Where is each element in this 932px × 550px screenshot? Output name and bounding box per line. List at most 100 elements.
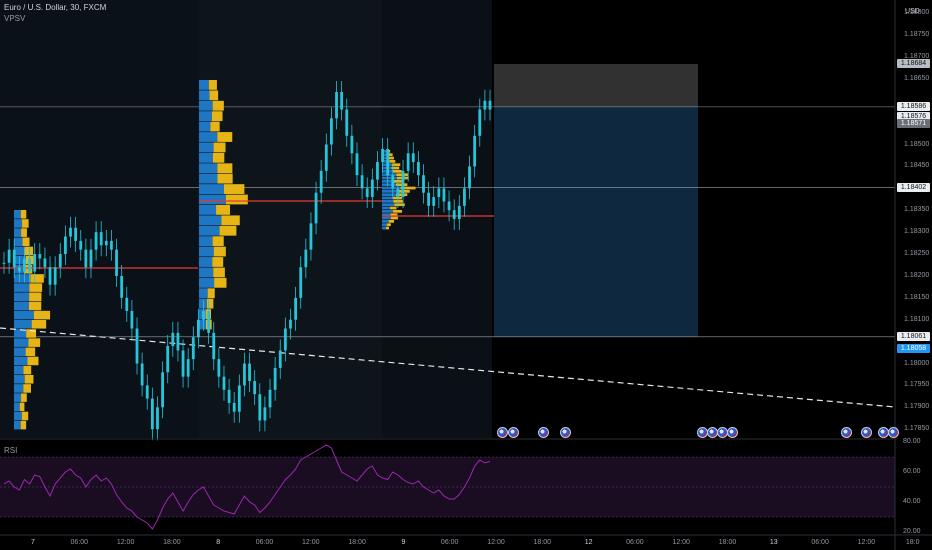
candle-body bbox=[452, 210, 456, 219]
time-tick-label: 12:00 bbox=[116, 539, 135, 546]
candle-body bbox=[2, 262, 6, 264]
economic-event-flag-icon[interactable] bbox=[497, 427, 508, 438]
candle-body bbox=[222, 376, 226, 390]
candle-body bbox=[12, 249, 16, 268]
economic-event-flag-icon[interactable] bbox=[538, 427, 549, 438]
time-tick-label: 06:00 bbox=[440, 539, 459, 546]
rsi-tick-label: 20.00 bbox=[903, 528, 921, 535]
profile-day1-bar-high bbox=[23, 365, 32, 375]
profile-day1-bar-low bbox=[14, 228, 22, 237]
candle-body bbox=[416, 162, 420, 176]
profile-day2-bar-low bbox=[199, 132, 218, 142]
economic-event-flag-icon[interactable] bbox=[861, 427, 872, 438]
profile-day2-bar-low bbox=[199, 184, 224, 194]
price-tick-label: 1.18150 bbox=[904, 293, 930, 301]
time-tick-label: 18:00 bbox=[163, 539, 181, 546]
profile-day2-bar-high bbox=[212, 236, 224, 247]
candle-body bbox=[166, 346, 170, 373]
profile-day1-bar-low bbox=[14, 301, 29, 311]
profile-day2-bar-high bbox=[212, 152, 225, 163]
candle-body bbox=[437, 188, 441, 198]
profile-day2-bar-low bbox=[199, 257, 213, 267]
candle-body bbox=[140, 363, 144, 386]
candle-body bbox=[473, 135, 477, 167]
candle-body bbox=[84, 249, 88, 268]
price-tick-label: 1.18100 bbox=[904, 315, 930, 323]
profile-day2-bar-low bbox=[199, 194, 226, 205]
profile-day1-bar-low bbox=[14, 283, 30, 292]
profile-day3-bar-high bbox=[388, 156, 394, 160]
profile-day3-bar-low bbox=[382, 206, 390, 210]
economic-event-flag-icon[interactable] bbox=[841, 427, 852, 438]
economic-event-flag-icon[interactable] bbox=[560, 427, 571, 438]
candle-body bbox=[115, 249, 118, 276]
profile-day2-bar-low bbox=[199, 163, 218, 174]
time-tick-label: 06:00 bbox=[811, 539, 829, 546]
candle-body bbox=[120, 275, 124, 298]
candle-body bbox=[442, 188, 446, 202]
price-tick-label: 1.18200 bbox=[904, 271, 930, 279]
profile-day1-bar-high bbox=[31, 320, 47, 329]
profile-day1-bar-high bbox=[29, 283, 43, 292]
economic-event-flag-icon[interactable] bbox=[888, 427, 899, 438]
profile-day2-bar-high bbox=[217, 132, 233, 142]
candle-body bbox=[345, 109, 349, 136]
candle-body bbox=[243, 363, 246, 386]
price-tag: 1.18058 bbox=[897, 343, 930, 353]
indicator-label: VPSV bbox=[4, 14, 26, 23]
candle-body bbox=[7, 249, 11, 263]
price-tick-label: 1.18350 bbox=[904, 206, 930, 214]
profile-day1-bar-low bbox=[14, 219, 23, 228]
candle-body bbox=[478, 109, 482, 136]
profile-day1-bar-high bbox=[28, 338, 41, 347]
candle-body bbox=[340, 91, 344, 110]
profile-day2-bar-low bbox=[199, 173, 218, 184]
time-tick-label: 06:00 bbox=[255, 539, 274, 546]
economic-event-flag-icon[interactable] bbox=[508, 427, 519, 438]
profile-day1-bar-high bbox=[28, 301, 42, 311]
chart-canvas[interactable] bbox=[0, 0, 932, 550]
candle-body bbox=[432, 197, 436, 206]
profile-day1-bar-low bbox=[14, 274, 31, 283]
profile-day1-bar-high bbox=[22, 237, 30, 247]
profile-day1-bar-high bbox=[21, 393, 27, 402]
time-tick-label: 12:00 bbox=[302, 539, 320, 546]
candle-body bbox=[28, 258, 31, 272]
price-tag: 1.18061 bbox=[897, 332, 930, 342]
profile-day3-bar-low bbox=[382, 190, 398, 193]
profile-day2-bar-low bbox=[199, 205, 217, 215]
price-tick-label: 1.18500 bbox=[904, 140, 930, 148]
candle-body bbox=[23, 258, 26, 272]
candle-body bbox=[145, 385, 149, 399]
profile-day1-bar-high bbox=[20, 210, 27, 219]
candle-body bbox=[360, 175, 364, 189]
profile-day1-bar-low bbox=[14, 310, 34, 320]
candle-body bbox=[289, 319, 292, 329]
time-tick-label: 18:00 bbox=[348, 539, 366, 546]
candle-body bbox=[294, 297, 297, 320]
profile-day3-bar-high bbox=[389, 160, 396, 163]
target-zone bbox=[494, 63, 698, 107]
profile-day2-bar-low bbox=[199, 111, 212, 122]
profile-day3-bar-high bbox=[388, 220, 395, 223]
price-tick-label: 1.17900 bbox=[904, 403, 930, 411]
profile-day2-bar-low bbox=[199, 90, 210, 101]
profile-day2-bar-high bbox=[217, 163, 233, 174]
profile-day1-bar-high bbox=[21, 228, 27, 237]
candle-body bbox=[365, 188, 369, 198]
profile-day2-bar-high bbox=[216, 205, 231, 215]
candle-body bbox=[401, 170, 405, 198]
profile-day3-bar-low bbox=[382, 193, 396, 197]
time-tick-label: 18:00 bbox=[718, 539, 737, 546]
profile-day1-bar-low bbox=[14, 237, 23, 247]
candle-body bbox=[69, 227, 72, 237]
profile-day3-bar-high bbox=[390, 216, 399, 220]
economic-event-flag-icon[interactable] bbox=[727, 427, 738, 438]
price-tick-label: 1.18750 bbox=[904, 31, 930, 39]
candle-body bbox=[268, 389, 272, 408]
time-tick-label: 12 bbox=[584, 539, 593, 546]
rsi-label: RSI bbox=[4, 446, 18, 455]
candle-body bbox=[463, 188, 466, 206]
candle-body bbox=[110, 240, 113, 250]
candle-body bbox=[406, 153, 410, 171]
